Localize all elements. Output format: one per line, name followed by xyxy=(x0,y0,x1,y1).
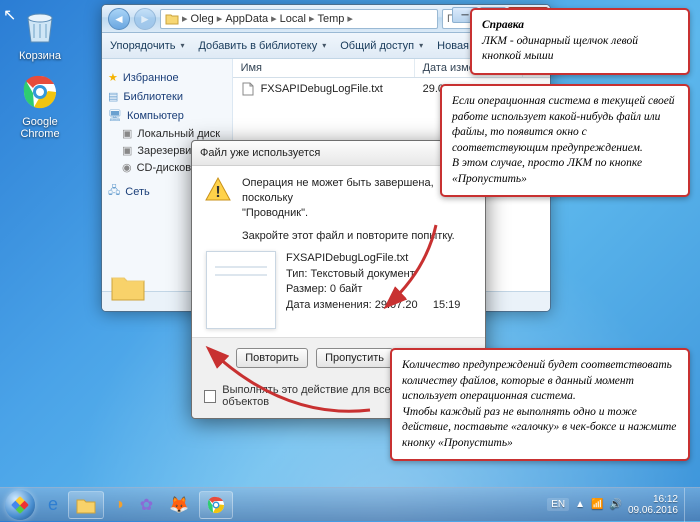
callout-skip: Если операционная система в текущей свое… xyxy=(440,84,690,197)
breadcrumb-item[interactable]: Oleg xyxy=(191,13,214,25)
breadcrumb-item[interactable]: AppData xyxy=(225,13,268,25)
back-button[interactable]: ◄ xyxy=(108,8,130,30)
warning-icon: ! xyxy=(204,176,232,204)
sidebar-favorites[interactable]: ★Избранное xyxy=(108,71,228,84)
computer-icon: 🖥 xyxy=(108,109,122,122)
tray-network-icon[interactable]: 📶 xyxy=(591,499,603,510)
file-info: FXSAPIDebugLogFile.txt Тип: Текстовый до… xyxy=(286,251,460,313)
ie-icon: e xyxy=(48,494,58,515)
chrome-icon xyxy=(18,70,62,114)
include-library-button[interactable]: Добавить в библиотеку xyxy=(198,40,326,52)
taskbar-chrome[interactable] xyxy=(199,491,233,519)
breadcrumb-item[interactable]: Temp xyxy=(317,13,344,25)
drive-icon: ▣ xyxy=(122,144,132,157)
taskbar-explorer[interactable] xyxy=(68,491,104,519)
recycle-bin-label: Корзина xyxy=(10,50,70,62)
callout-help: Справка ЛКМ - одинарный щелчок левой кно… xyxy=(470,8,690,75)
breadcrumb-item[interactable]: Local xyxy=(280,13,306,25)
picasa-icon: ✿ xyxy=(140,495,153,515)
chrome-shortcut[interactable]: Google Chrome xyxy=(10,70,70,140)
taskbar-picasa[interactable]: ✿ xyxy=(134,491,159,519)
chrome-label: Google Chrome xyxy=(10,116,70,140)
skip-button[interactable]: Пропустить xyxy=(316,348,393,368)
taskbar-ie[interactable]: e xyxy=(42,491,64,519)
svg-text:!: ! xyxy=(215,184,220,201)
file-name: FXSAPIDebugLogFile.txt xyxy=(261,83,383,95)
address-bar[interactable]: ▸ Oleg ▸ AppData ▸ Local ▸ Temp ▸ xyxy=(160,9,438,29)
taskbar-wmp[interactable]: ◑ xyxy=(108,491,130,519)
tray-sound-icon[interactable]: 🔊 xyxy=(609,499,621,510)
sidebar-libraries[interactable]: ▤Библиотеки xyxy=(108,90,228,103)
textfile-icon xyxy=(241,82,255,96)
folder-icon xyxy=(75,495,97,515)
tray-flag-icon[interactable]: ▲ xyxy=(575,499,585,510)
share-button[interactable]: Общий доступ xyxy=(340,40,423,52)
folder-icon xyxy=(165,12,179,26)
folder-preview-icon xyxy=(108,267,148,305)
wmp-icon: ◑ xyxy=(114,496,124,514)
sidebar-computer[interactable]: 🖥Компьютер xyxy=(108,109,228,122)
col-name[interactable]: Имя xyxy=(233,59,415,77)
drive-icon: ▣ xyxy=(122,127,132,140)
chrome-icon xyxy=(206,495,226,515)
file-thumbnail xyxy=(206,251,276,329)
show-desktop-button[interactable] xyxy=(684,488,694,522)
disc-icon: ◉ xyxy=(122,161,132,174)
taskbar: e ◑ ✿ 🦊 EN ▲ 📶 🔊 16:12 09.06.2016 xyxy=(0,487,700,521)
recycle-bin-icon xyxy=(18,4,62,48)
network-icon: 🖧 xyxy=(108,182,120,201)
windows-logo-icon xyxy=(5,490,35,520)
dialog-message: Операция не может быть завершена, поскол… xyxy=(242,176,473,243)
start-button[interactable] xyxy=(0,488,40,522)
recycle-bin[interactable]: Корзина xyxy=(10,4,70,62)
libraries-icon: ▤ xyxy=(108,90,118,103)
clock[interactable]: 16:12 09.06.2016 xyxy=(628,494,678,516)
forward-button[interactable]: ► xyxy=(134,8,156,30)
organize-button[interactable]: Упорядочить xyxy=(110,40,184,52)
callout-checkbox: Количество предупреждений будет соответс… xyxy=(390,348,690,461)
taskbar-firefox[interactable]: 🦊 xyxy=(163,491,195,519)
star-icon: ★ xyxy=(108,71,118,84)
retry-button[interactable]: Повторить xyxy=(236,348,308,368)
language-indicator[interactable]: EN xyxy=(547,498,569,511)
apply-all-checkbox[interactable] xyxy=(204,390,216,403)
dialog-title: Файл уже используется xyxy=(200,147,320,159)
firefox-icon: 🦊 xyxy=(169,495,189,515)
